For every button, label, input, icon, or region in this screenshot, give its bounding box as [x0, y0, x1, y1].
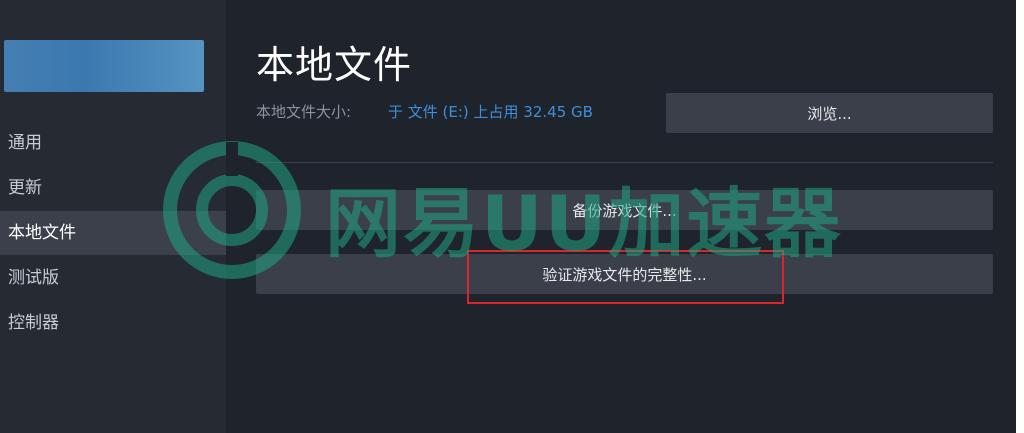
game-banner-blurred [4, 40, 204, 92]
browse-button[interactable]: 浏览... [666, 93, 993, 133]
backup-button-label: 备份游戏文件... [572, 201, 677, 220]
divider [256, 162, 993, 163]
backup-game-files-button[interactable]: 备份游戏文件... [256, 190, 993, 230]
sidebar-item-betas[interactable]: 测试版 [0, 256, 226, 300]
sidebar-item-controller[interactable]: 控制器 [0, 301, 226, 345]
sidebar: 通用 更新 本地文件 测试版 控制器 [0, 0, 226, 433]
browse-button-label: 浏览... [807, 104, 852, 123]
sidebar-item-updates[interactable]: 更新 [0, 166, 226, 210]
local-files-size-value: 于 文件 (E:) 上占用 32.45 GB [388, 103, 593, 121]
local-files-size-label: 本地文件大小: [256, 103, 352, 121]
main-panel: 本地文件 本地文件大小: 于 文件 (E:) 上占用 32.45 GB 浏览..… [226, 0, 1016, 433]
steam-properties-window: 通用 更新 本地文件 测试版 控制器 本地文件 本地文件大小: 于 文件 (E:… [0, 0, 1016, 433]
sidebar-item-local-files[interactable]: 本地文件 [0, 211, 226, 255]
page-title: 本地文件 [256, 43, 413, 87]
verify-game-files-button[interactable]: 验证游戏文件的完整性... [256, 254, 993, 294]
verify-button-label: 验证游戏文件的完整性... [542, 265, 707, 284]
sidebar-item-general[interactable]: 通用 [0, 121, 226, 165]
